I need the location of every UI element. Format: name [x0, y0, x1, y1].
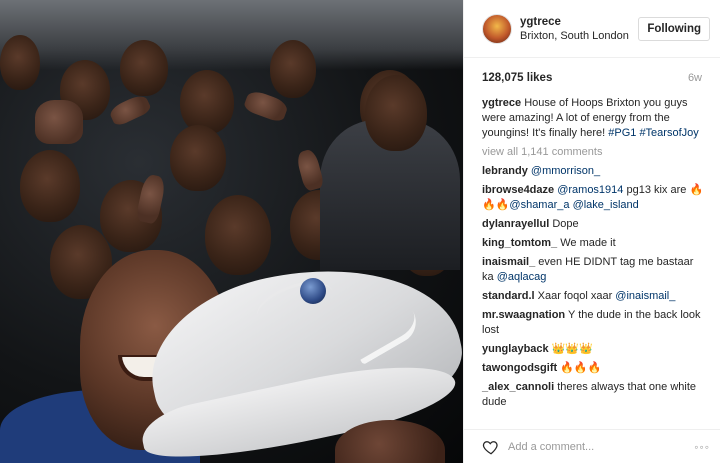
post-header: ygtrece Brixton, South London Following: [464, 0, 720, 58]
crowd-person: [170, 125, 226, 191]
pointing-hand: [107, 92, 153, 128]
raised-hand: [35, 100, 83, 144]
mention-link[interactable]: @shamar_a: [509, 199, 569, 211]
comment-username[interactable]: dylanrayellul: [482, 218, 549, 230]
comment-username[interactable]: lebrandy: [482, 165, 528, 177]
comment-item: mr.swaagnation Y the dude in the back lo…: [482, 308, 708, 338]
comment-text: Xaar foqol xaar: [537, 290, 616, 302]
pointing-hand: [295, 148, 325, 192]
comment-item: yunglayback 👑👑👑: [482, 342, 708, 357]
comment-username[interactable]: _alex_cannoli: [482, 381, 554, 393]
post-location[interactable]: Brixton, South London: [520, 29, 638, 43]
comment-item: dylanrayellul Dope: [482, 217, 708, 232]
crowd-person: [20, 150, 80, 222]
comment-item: ibrowse4daze @ramos1914 pg13 kix are 🔥🔥🔥…: [482, 183, 708, 213]
crowd-person: [0, 35, 40, 90]
comment-text: pg13 kix are: [623, 184, 690, 196]
comment-username[interactable]: inaismail_: [482, 256, 535, 268]
mention-link[interactable]: @ramos1914: [557, 184, 623, 196]
mention-link[interactable]: @lake_island: [573, 199, 639, 211]
mention-link[interactable]: @mmorrison_: [531, 165, 600, 177]
hashtag-link[interactable]: #PG1: [608, 127, 636, 139]
crowd-person: [270, 40, 316, 98]
comment-username[interactable]: mr.swaagnation: [482, 309, 565, 321]
author-info: ygtrece Brixton, South London: [520, 15, 638, 43]
comment-username[interactable]: king_tomtom_: [482, 237, 557, 249]
comment-username[interactable]: ibrowse4daze: [482, 184, 554, 196]
crowd-person: [365, 75, 427, 151]
comment-text: We made it: [560, 237, 616, 249]
photo-ceiling: [0, 0, 463, 70]
comment-item: standard.l Xaar foqol xaar @inaismail_: [482, 289, 708, 304]
mention-link[interactable]: @aqlacag: [497, 271, 547, 283]
post-age[interactable]: 6w: [688, 72, 702, 84]
author-username[interactable]: ygtrece: [520, 15, 638, 29]
like-count[interactable]: 128,075 likes: [482, 72, 552, 84]
comment-footer: ◦◦◦: [464, 429, 720, 463]
comment-item: king_tomtom_ We made it: [482, 236, 708, 251]
crowd-person: [180, 70, 234, 134]
caption-tags: #PG1 #TearsofJoy: [608, 127, 699, 139]
comment-item: tawongodsgift 🔥🔥🔥: [482, 361, 708, 376]
comment-username[interactable]: standard.l: [482, 290, 535, 302]
hashtag-link[interactable]: #TearsofJoy: [639, 127, 698, 139]
comment-item: inaismail_ even HE DIDNT tag me bastaar …: [482, 255, 708, 285]
mention-link[interactable]: @inaismail_: [615, 290, 675, 302]
heart-icon[interactable]: [482, 438, 500, 456]
comment-text: Dope: [552, 218, 579, 230]
comment-items: lebrandy @mmorrison_ ibrowse4daze @ramos1…: [482, 164, 708, 410]
profile-avatar[interactable]: [482, 13, 512, 44]
comment-item: _alex_cannoli theres always that one whi…: [482, 380, 708, 410]
following-button[interactable]: Following: [638, 16, 710, 41]
more-options-icon[interactable]: ◦◦◦: [694, 440, 710, 454]
comments-list: ygtrece House of Hoops Brixton you guys …: [464, 92, 720, 429]
post-stats: 128,075 likes 6w: [464, 58, 720, 92]
comment-item: lebrandy @mmorrison_: [482, 164, 708, 179]
comment-username[interactable]: yunglayback: [482, 343, 549, 355]
crowd-person: [120, 40, 168, 96]
figurine: [300, 278, 326, 304]
comment-username[interactable]: tawongodsgift: [482, 362, 557, 374]
view-all-comments-link[interactable]: view all 1,141 comments: [482, 145, 708, 160]
caption-username[interactable]: ygtrece: [482, 97, 521, 109]
comment-emoji: 👑👑👑: [551, 343, 593, 355]
comment-emoji: 🔥🔥🔥: [560, 362, 602, 374]
post-caption: ygtrece House of Hoops Brixton you guys …: [482, 96, 708, 141]
post-sidebar: ygtrece Brixton, South London Following …: [463, 0, 720, 463]
post-photo[interactable]: [0, 0, 463, 463]
instagram-post: ygtrece Brixton, South London Following …: [0, 0, 720, 463]
add-comment-input[interactable]: [508, 440, 695, 453]
